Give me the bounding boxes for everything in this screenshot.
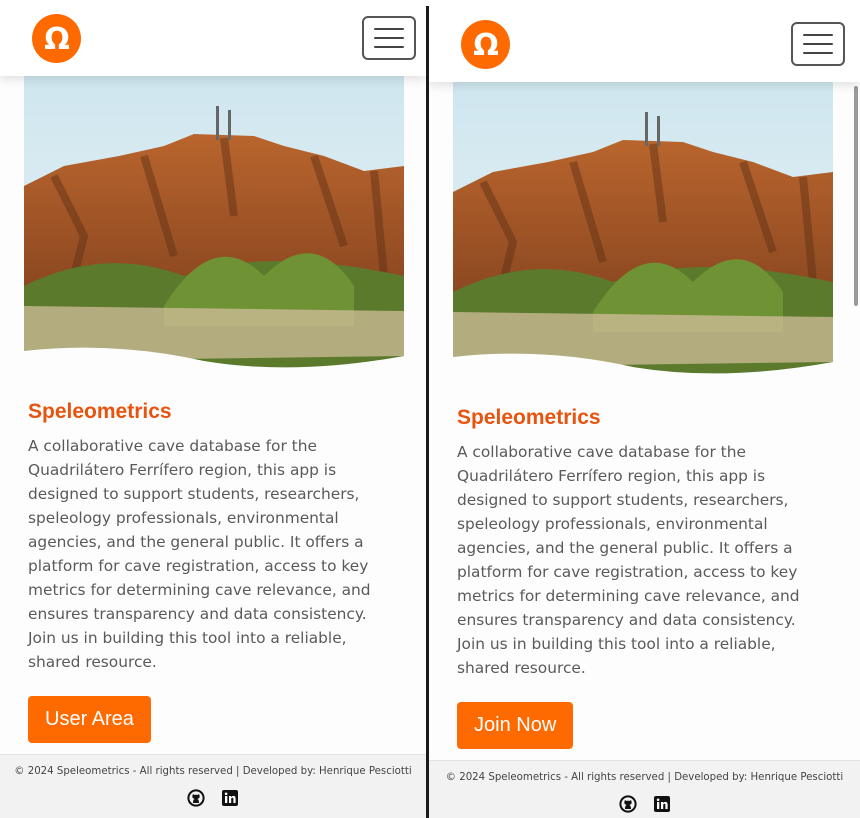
hamburger-menu-icon[interactable] (362, 16, 416, 60)
footer: © 2024 Speleometrics - All rights reserv… (429, 760, 860, 818)
mobile-view-right: Ω Speleometrics A collaborative cave dat… (429, 6, 860, 818)
social-links (429, 795, 860, 813)
linkedin-icon[interactable] (653, 795, 671, 813)
github-icon[interactable] (618, 795, 637, 813)
navbar: Ω (0, 0, 426, 76)
svg-text:Ω: Ω (473, 28, 499, 62)
mobile-view-left: Ω Speleometrics A collaborative cave dat… (0, 0, 426, 818)
intro-section: Speleometrics A collaborative cave datab… (28, 400, 398, 743)
github-icon[interactable] (187, 789, 205, 807)
omega-logo-icon[interactable]: Ω (461, 20, 510, 69)
social-links (0, 789, 426, 807)
intro-section: Speleometrics A collaborative cave datab… (457, 406, 827, 749)
join-now-button[interactable]: Join Now (457, 702, 574, 749)
footer: © 2024 Speleometrics - All rights reserv… (0, 754, 426, 818)
navbar: Ω (429, 6, 860, 82)
scrollbar[interactable] (854, 86, 858, 306)
copyright-text: © 2024 Speleometrics - All rights reserv… (445, 772, 844, 783)
page-title: Speleometrics (28, 400, 172, 423)
omega-logo-icon[interactable]: Ω (32, 14, 81, 63)
user-area-button[interactable]: User Area (28, 696, 151, 743)
hero-image (24, 76, 404, 372)
description-text: A collaborative cave database for the Qu… (457, 443, 800, 677)
page-title: Speleometrics (457, 406, 601, 429)
svg-text:Ω: Ω (44, 22, 70, 56)
hamburger-menu-icon[interactable] (791, 22, 845, 66)
hero-image (453, 82, 833, 378)
description-text: A collaborative cave database for the Qu… (28, 437, 371, 671)
copyright-text: © 2024 Speleometrics - All rights reserv… (14, 766, 412, 777)
linkedin-icon[interactable] (221, 789, 239, 807)
